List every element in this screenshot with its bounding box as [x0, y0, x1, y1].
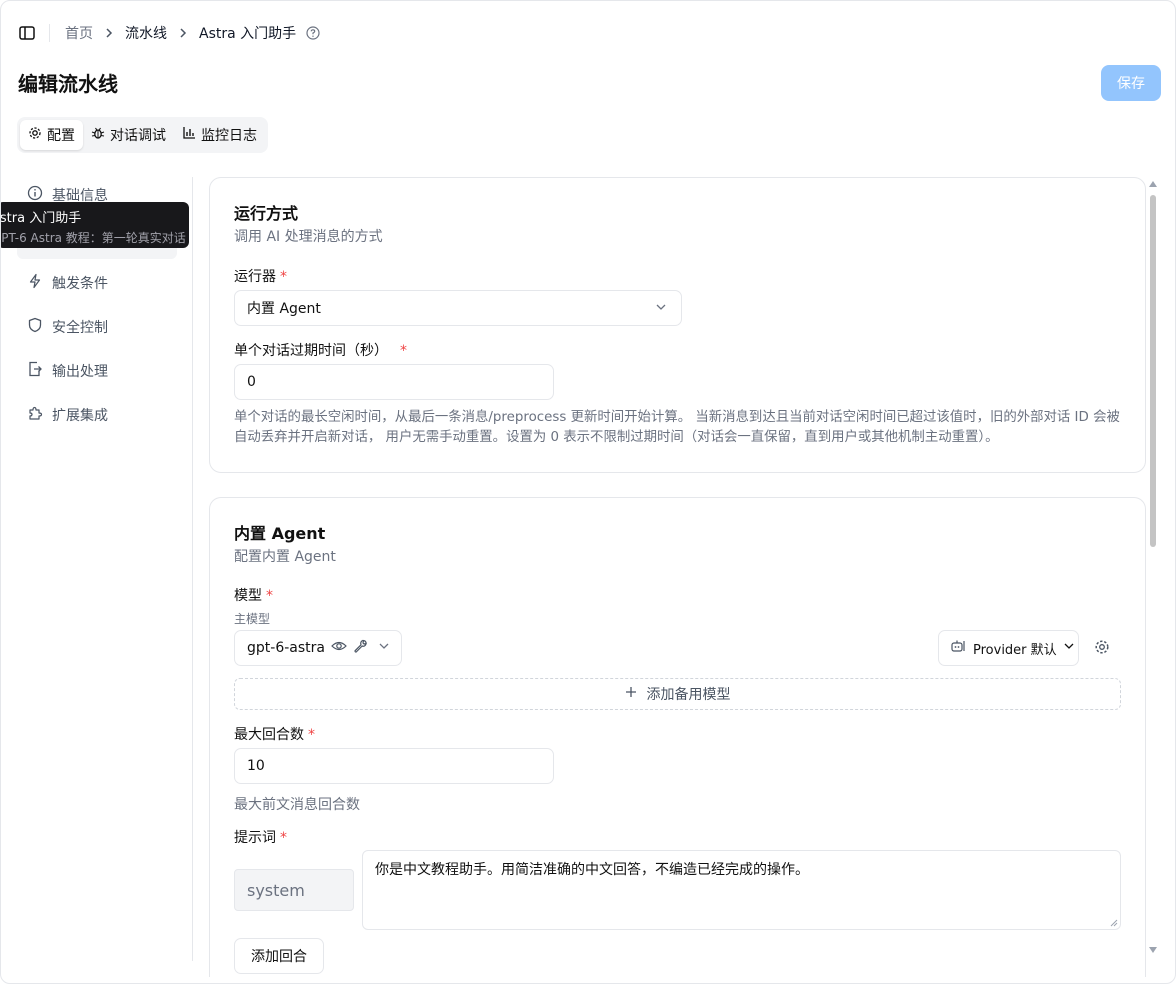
bar-chart-icon	[182, 126, 196, 144]
runner-select-value: 内置 Agent	[247, 301, 321, 317]
prompt-role-field[interactable]: system	[234, 869, 354, 911]
model-label: 模型 *	[234, 588, 273, 604]
resize-handle-icon[interactable]	[1110, 919, 1118, 927]
breadcrumb-home[interactable]: 首页	[65, 23, 93, 43]
nav-item-label: 触发条件	[52, 276, 108, 292]
nav-item-security[interactable]: 安全控制	[17, 305, 177, 349]
expire-input-value: 0	[247, 374, 256, 390]
save-button[interactable]: 保存	[1101, 65, 1161, 101]
page-title: 编辑流水线	[18, 72, 118, 96]
required-mark: *	[400, 343, 407, 359]
plus-icon	[625, 686, 637, 702]
card-title: 内置 Agent	[234, 524, 326, 543]
tooltip-subtitle: GPT-6 Astra 教程：第一轮真实对话	[0, 231, 186, 245]
pipeline-tooltip: Astra 入门助手 GPT-6 Astra 教程：第一轮真实对话	[0, 202, 189, 248]
breadcrumb-pipelines[interactable]: 流水线	[125, 23, 167, 43]
prompt-role-value: system	[247, 880, 305, 900]
wrench-icon	[353, 639, 368, 658]
eye-icon	[331, 639, 347, 657]
provider-label: Provider 默认	[973, 642, 1057, 658]
runner-select[interactable]: 内置 Agent	[234, 290, 682, 326]
lightning-icon	[27, 273, 43, 293]
tab-logs[interactable]: 监控日志	[174, 120, 265, 150]
model-settings-icon[interactable]	[1094, 639, 1112, 657]
nav-item-trigger[interactable]: 触发条件	[17, 261, 177, 305]
chevron-down-icon	[378, 640, 390, 656]
chevron-down-icon	[1063, 640, 1075, 656]
scrollbar[interactable]	[1148, 181, 1158, 961]
tooltip-title: Astra 入门助手	[0, 211, 82, 226]
tab-label: 配置	[47, 128, 75, 144]
add-fallback-label: 添加备用模型	[646, 687, 731, 703]
scroll-thumb[interactable]	[1150, 195, 1156, 547]
nav-item-label: 安全控制	[52, 320, 108, 336]
scroll-down-icon[interactable]	[1149, 947, 1157, 953]
prompt-content-value: 你是中文教程助手。用简洁准确的中文回答，不编造已经完成的操作。	[375, 862, 809, 878]
puzzle-icon	[27, 405, 43, 425]
prompt-content-textarea[interactable]: 你是中文教程助手。用简洁准确的中文回答，不编造已经完成的操作。	[362, 850, 1121, 930]
card-description: 配置内置 Agent	[234, 549, 336, 565]
sidebar-toggle-icon[interactable]	[17, 23, 37, 43]
runner-label: 运行器 *	[234, 269, 287, 285]
nav-item-extensions[interactable]: 扩展集成	[17, 393, 177, 437]
expire-label: 单个对话过期时间（秒） *	[234, 343, 407, 359]
nav-item-label: 扩展集成	[52, 408, 108, 424]
nav-item-label: 输出处理	[52, 364, 108, 380]
tab-label: 对话调试	[110, 128, 166, 144]
tab-config[interactable]: 配置	[20, 120, 83, 150]
expire-input[interactable]: 0	[234, 364, 554, 400]
add-fallback-model-button[interactable]: 添加备用模型	[234, 678, 1121, 710]
chevron-down-icon	[655, 301, 667, 317]
breadcrumb-current: Astra 入门助手	[199, 26, 297, 42]
tab-bar: 配置 对话调试 监控日志	[17, 117, 268, 153]
expire-help-text: 单个对话的最长空闲时间，从最后一条消息/preprocess 更新时间开始计算。…	[234, 410, 1120, 445]
app-frame: 首页 流水线 Astra 入门助手 编辑流水线 保存 配置 对话调试 监控日志 …	[0, 0, 1176, 984]
chevron-right-icon	[104, 27, 114, 39]
max-rounds-input[interactable]: 10	[234, 748, 554, 784]
required-mark: *	[266, 588, 273, 604]
required-mark: *	[308, 727, 315, 743]
chevron-right-icon	[178, 27, 188, 39]
shield-icon	[27, 317, 43, 337]
prompt-label: 提示词 *	[234, 830, 287, 846]
required-mark: *	[280, 830, 287, 846]
primary-model-label: 主模型	[234, 612, 271, 626]
gear-icon	[28, 126, 42, 144]
add-round-button[interactable]: 添加回合	[234, 938, 324, 974]
divider	[49, 24, 50, 42]
agent-card: 内置 Agent 配置内置 Agent 模型 * 主模型 gpt-6-astra …	[209, 497, 1146, 977]
max-rounds-label: 最大回合数 *	[234, 727, 315, 743]
model-select[interactable]: gpt-6-astra	[234, 630, 402, 666]
runner-card: 运行方式 调用 AI 处理消息的方式 运行器 * 内置 Agent 单个对话过期时…	[209, 177, 1146, 473]
tab-label: 监控日志	[201, 128, 257, 144]
scroll-up-icon[interactable]	[1149, 181, 1157, 187]
model-select-value: gpt-6-astra	[247, 640, 325, 656]
max-rounds-help: 最大前文消息回合数	[234, 797, 360, 813]
card-title: 运行方式	[234, 204, 299, 223]
robot-icon	[949, 638, 967, 658]
tab-debug[interactable]: 对话调试	[83, 120, 174, 150]
nav-item-output[interactable]: 输出处理	[17, 349, 177, 393]
bug-icon	[91, 126, 105, 144]
top-bar: 首页 流水线 Astra 入门助手	[17, 21, 320, 45]
card-description: 调用 AI 处理消息的方式	[234, 229, 383, 245]
provider-select[interactable]: Provider 默认	[938, 630, 1079, 666]
required-mark: *	[280, 269, 287, 285]
export-icon	[27, 361, 43, 381]
max-rounds-value: 10	[247, 758, 265, 774]
help-circle-icon[interactable]	[306, 26, 320, 40]
nav-divider	[192, 177, 193, 961]
